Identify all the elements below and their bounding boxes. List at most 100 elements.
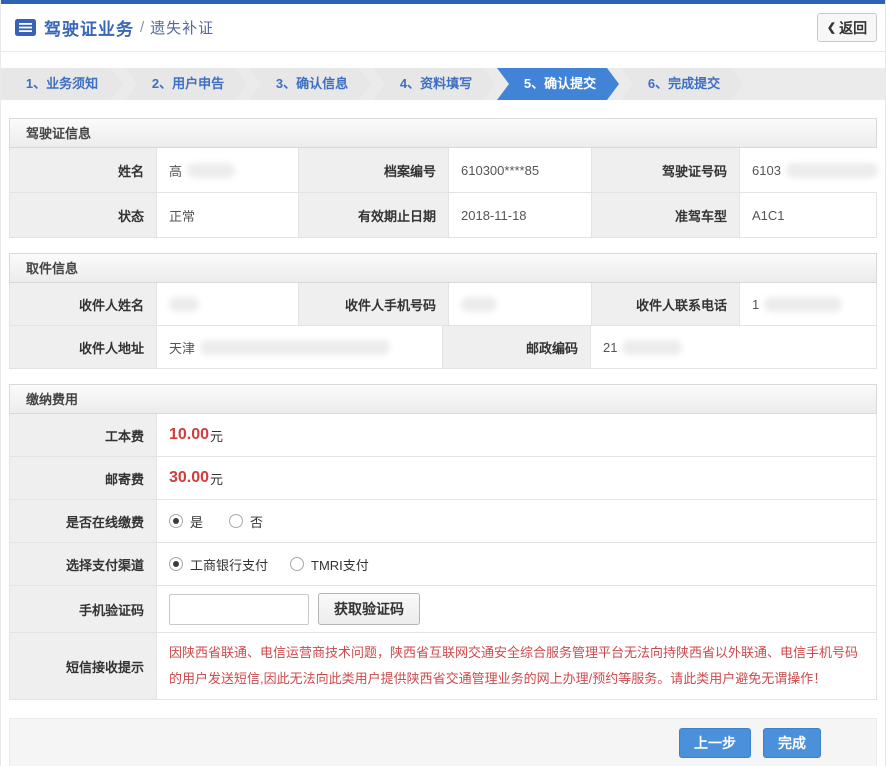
payment-section: 缴纳费用 工本费 10.00 元 邮寄费 30.00 元 是否在线缴费 是 否 … (9, 384, 877, 700)
radio-checked-icon (169, 557, 183, 571)
sms-code-input[interactable] (169, 593, 309, 625)
file-no-label: 档案编号 (299, 148, 449, 192)
recipient-mobile-label: 收件人手机号码 (299, 283, 449, 325)
sms-notice-label: 短信接收提示 (10, 633, 157, 699)
fee-unit: 元 (210, 471, 224, 487)
recipient-mobile-value (449, 283, 592, 325)
recipient-address-value: 天津 (157, 326, 443, 368)
step-2-user-declaration[interactable]: 2、用户申告 (125, 68, 247, 100)
table-row: 短信接收提示 因陕西省联通、电信运营商技术问题，陕西省互联网交通安全综合服务管理… (10, 632, 876, 699)
license-section-title: 驾驶证信息 (9, 118, 877, 148)
back-button[interactable]: ❮ 返回 (817, 13, 877, 42)
main-content: 驾驶证信息 姓名 高 档案编号 610300****85 驾驶证号码 6103 (1, 100, 885, 700)
previous-step-button[interactable]: 上一步 (679, 728, 751, 758)
radio-label: 否 (250, 514, 264, 530)
mailing-fee-value: 30.00 元 (157, 457, 876, 499)
status-label: 状态 (10, 193, 157, 237)
step-5-confirm-submit[interactable]: 5、确认提交 (497, 68, 619, 100)
table-row: 收件人地址 天津 邮政编码 21 (10, 325, 876, 368)
expiry-value: 2018-11-18 (449, 193, 592, 237)
redacted-smudge (785, 162, 878, 178)
table-row: 手机验证码 获取验证码 (10, 585, 876, 632)
redacted-smudge (764, 296, 843, 312)
vehicle-type-value: A1C1 (740, 193, 876, 237)
production-fee-label: 工本费 (10, 414, 157, 456)
license-info-table: 姓名 高 档案编号 610300****85 驾驶证号码 6103 状态 正常 … (9, 148, 878, 238)
postal-code-value: 21 (591, 326, 876, 368)
radio-option-yes[interactable]: 是 (169, 512, 203, 531)
radio-option-no[interactable]: 否 (229, 512, 263, 531)
payment-channel-radio-group: 工商银行支付 TMRI支付 (169, 555, 369, 574)
redacted-smudge (200, 339, 391, 355)
table-row: 收件人姓名 收件人手机号码 收件人联系电话 1 (10, 283, 876, 325)
sms-notice-value: 因陕西省联通、电信运营商技术问题，陕西省互联网交通安全综合服务管理平台无法向持陕… (157, 633, 876, 699)
table-row: 选择支付渠道 工商银行支付 TMRI支付 (10, 542, 876, 585)
license-no-label: 驾驶证号码 (592, 148, 740, 192)
sms-notice-text: 因陕西省联通、电信运营商技术问题，陕西省互联网交通安全综合服务管理平台无法向持陕… (169, 645, 859, 686)
postal-code-label: 邮政编码 (443, 326, 591, 368)
expiry-label: 有效期止日期 (299, 193, 449, 237)
online-payment-radio-group: 是 否 (169, 512, 263, 531)
file-no-value: 610300****85 (449, 148, 592, 192)
back-button-label: 返回 (839, 19, 868, 36)
footer-action-bar: 上一步 完成 (9, 718, 877, 766)
payment-channel-value: 工商银行支付 TMRI支付 (157, 543, 876, 585)
sms-code-row: 获取验证码 (157, 586, 876, 632)
table-row: 工本费 10.00 元 (10, 414, 876, 456)
redacted-smudge (461, 296, 497, 312)
table-row: 邮寄费 30.00 元 (10, 456, 876, 499)
vehicle-type-label: 准驾车型 (592, 193, 740, 237)
fee-unit: 元 (210, 428, 224, 444)
page-title: 驾驶证业务 (44, 20, 134, 39)
step-4-fill-data[interactable]: 4、资料填写 (373, 68, 495, 100)
page: 驾驶证业务 / 遗失补证 ❮ 返回 1、业务须知 2、用户申告 3、确认信息 4… (0, 0, 886, 766)
get-code-button[interactable]: 获取验证码 (318, 593, 420, 625)
online-payment-label: 是否在线缴费 (10, 500, 157, 542)
pickup-info-section: 取件信息 收件人姓名 收件人手机号码 收件人联系电话 1 收件人地址 天津 邮政… (9, 253, 877, 369)
sms-code-label: 手机验证码 (10, 586, 157, 632)
fee-amount: 30.00 (169, 469, 210, 486)
pickup-info-table: 收件人姓名 收件人手机号码 收件人联系电话 1 收件人地址 天津 邮政编码 21 (9, 283, 877, 369)
step-1-business-notice[interactable]: 1、业务须知 (1, 68, 123, 100)
radio-option-icbc[interactable]: 工商银行支付 (169, 555, 268, 574)
status-value: 正常 (157, 193, 299, 237)
recipient-phone-value: 1 (740, 283, 876, 325)
redacted-smudge (169, 296, 199, 312)
license-no-value: 6103 (740, 148, 878, 192)
recipient-phone-label: 收件人联系电话 (592, 283, 740, 325)
radio-option-tmri[interactable]: TMRI支付 (290, 555, 369, 574)
recipient-name-value (157, 283, 299, 325)
step-6-complete-submit[interactable]: 6、完成提交 (621, 68, 743, 100)
form-list-icon (15, 19, 36, 36)
radio-label: TMRI支付 (311, 557, 369, 573)
recipient-name-label: 收件人姓名 (10, 283, 157, 325)
name-value: 高 (157, 148, 299, 192)
breadcrumb-current: 遗失补证 (150, 20, 215, 37)
radio-checked-icon (169, 514, 183, 528)
table-row: 是否在线缴费 是 否 (10, 499, 876, 542)
chevron-left-icon: ❮ (826, 22, 837, 34)
radio-unchecked-icon (229, 514, 244, 528)
payment-table: 工本费 10.00 元 邮寄费 30.00 元 是否在线缴费 是 否 选择支付渠… (9, 414, 877, 700)
redacted-smudge (622, 339, 683, 355)
payment-section-title: 缴纳费用 (9, 384, 877, 414)
complete-button[interactable]: 完成 (763, 728, 821, 758)
radio-label: 工商银行支付 (190, 557, 269, 573)
page-header: 驾驶证业务 / 遗失补证 ❮ 返回 (1, 4, 885, 52)
radio-label: 是 (190, 514, 204, 530)
payment-channel-label: 选择支付渠道 (10, 543, 157, 585)
recipient-address-label: 收件人地址 (10, 326, 157, 368)
fee-amount: 10.00 (169, 426, 210, 443)
breadcrumb-separator: / (140, 19, 145, 36)
table-row: 状态 正常 有效期止日期 2018-11-18 准驾车型 A1C1 (10, 192, 876, 237)
mailing-fee-label: 邮寄费 (10, 457, 157, 499)
table-row: 姓名 高 档案编号 610300****85 驾驶证号码 6103 (10, 148, 878, 192)
name-label: 姓名 (10, 148, 157, 192)
step-3-confirm-info[interactable]: 3、确认信息 (249, 68, 371, 100)
redacted-smudge (187, 162, 236, 178)
radio-unchecked-icon (290, 557, 305, 571)
step-wizard: 1、业务须知 2、用户申告 3、确认信息 4、资料填写 5、确认提交 6、完成提… (1, 68, 885, 100)
license-info-section: 驾驶证信息 姓名 高 档案编号 610300****85 驾驶证号码 6103 (9, 118, 878, 238)
production-fee-value: 10.00 元 (157, 414, 876, 456)
pickup-section-title: 取件信息 (9, 253, 877, 283)
